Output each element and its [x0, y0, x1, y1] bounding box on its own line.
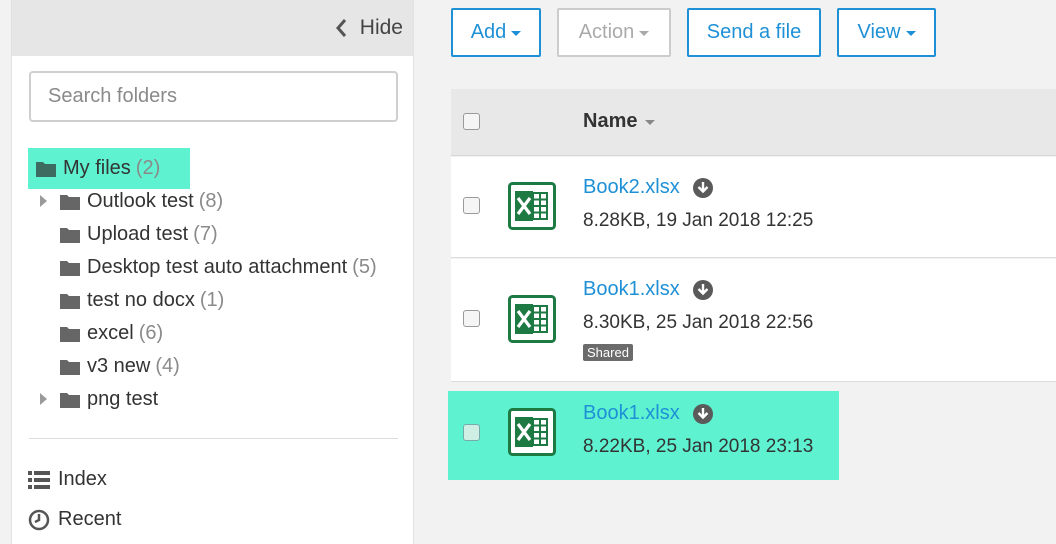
list-icon: [28, 470, 50, 489]
chevron-down-icon: [639, 31, 650, 36]
file-name: Book2.xlsx: [583, 176, 680, 198]
folder-icon: [60, 392, 80, 408]
hide-sidebar-button[interactable]: Hide: [12, 0, 413, 56]
download-icon[interactable]: [692, 403, 714, 425]
file-row[interactable]: Book1.xlsx 8.30KB, 25 Jan 2018 22:56 Sha…: [451, 259, 1056, 382]
file-name: Book1.xlsx: [583, 402, 680, 424]
action-button[interactable]: Action: [557, 8, 671, 57]
expand-caret-icon[interactable]: [38, 194, 48, 208]
file-row[interactable]: Book1.xlsx 8.22KB, 25 Jan 2018 23:13: [448, 383, 1056, 480]
view-label: View: [857, 21, 901, 43]
file-meta: 8.28KB, 19 Jan 2018 12:25: [583, 210, 814, 231]
folder-name: My files: [63, 157, 131, 179]
search-folders-input[interactable]: [29, 71, 398, 122]
clock-icon: [28, 509, 50, 530]
action-label: Action: [578, 21, 635, 43]
folder-item-my-files[interactable]: My files (2): [28, 148, 190, 189]
folder-name: Desktop test auto attachment: [87, 256, 348, 278]
nav-label: Recent: [58, 508, 122, 530]
folder-count: (2): [135, 157, 161, 179]
folder-item-upload-test[interactable]: Upload test (7): [59, 218, 218, 251]
folder-count: (5): [352, 256, 377, 278]
folder-name: v3 new: [87, 355, 151, 377]
folder-count: (4): [155, 355, 180, 377]
folder-count: (6): [138, 322, 164, 344]
download-icon[interactable]: [692, 279, 714, 301]
sort-caret-icon: [645, 120, 656, 125]
folder-count: (8): [198, 190, 224, 212]
file-list-header: Name: [451, 89, 1056, 156]
chevron-down-icon: [511, 31, 522, 36]
file-name-link[interactable]: Book1.xlsx: [583, 278, 714, 301]
folder-item-outlook-test[interactable]: Outlook test (8): [59, 185, 223, 218]
add-label: Add: [470, 21, 507, 43]
folder-name: excel: [87, 322, 134, 344]
folder-item-png-test[interactable]: png test: [59, 383, 163, 416]
folder-name: Outlook test: [87, 190, 194, 212]
file-name-link[interactable]: Book1.xlsx: [583, 402, 714, 425]
expand-caret-icon[interactable]: [38, 392, 48, 406]
folder-sidebar: Hide My files (2) Outlook test (8) Uploa…: [11, 0, 414, 544]
folder-icon: [60, 194, 80, 210]
folder-icon: [60, 326, 80, 342]
folder-icon: [60, 260, 80, 276]
file-meta: 8.30KB, 25 Jan 2018 22:56: [583, 312, 814, 333]
view-button[interactable]: View: [837, 8, 936, 57]
send-label: Send a file: [706, 21, 802, 43]
file-checkbox[interactable]: [463, 310, 480, 327]
sort-by-name-header[interactable]: Name: [583, 110, 656, 133]
name-column-label: Name: [583, 110, 638, 132]
file-checkbox[interactable]: [463, 197, 480, 214]
chevron-left-icon: [335, 19, 346, 37]
file-checkbox[interactable]: [463, 424, 480, 441]
folder-name: png test: [87, 388, 159, 410]
excel-file-icon: [508, 295, 556, 343]
nav-label: Index: [58, 468, 107, 490]
folder-icon: [60, 227, 80, 243]
file-row[interactable]: Book2.xlsx 8.28KB, 19 Jan 2018 12:25: [451, 157, 1056, 258]
excel-file-icon: [508, 182, 556, 230]
hide-label: Hide: [359, 16, 403, 39]
nav-item-recent[interactable]: Recent: [28, 508, 121, 531]
excel-file-icon: [508, 408, 556, 456]
file-meta: 8.22KB, 25 Jan 2018 23:13: [583, 436, 814, 457]
folder-item-desktop-test[interactable]: Desktop test auto attachment (5): [59, 251, 377, 284]
add-button[interactable]: Add: [451, 8, 541, 57]
folder-icon: [60, 359, 80, 375]
folder-name: Upload test: [87, 223, 189, 245]
folder-item-v3-new[interactable]: v3 new (4): [59, 350, 180, 383]
folder-icon: [36, 161, 56, 177]
folder-name: test no docx: [87, 289, 195, 311]
folder-count: (1): [199, 289, 225, 311]
folder-item-test-no-docx[interactable]: test no docx (1): [59, 284, 224, 317]
file-name: Book1.xlsx: [583, 278, 680, 300]
folder-icon: [60, 293, 80, 309]
download-icon[interactable]: [692, 177, 714, 199]
chevron-down-icon: [905, 31, 916, 36]
file-name-link[interactable]: Book2.xlsx: [583, 176, 714, 199]
folder-item-excel[interactable]: excel (6): [59, 317, 163, 350]
folder-count: (7): [193, 223, 218, 245]
send-file-button[interactable]: Send a file: [687, 8, 821, 57]
select-all-checkbox[interactable]: [463, 113, 480, 130]
shared-badge: Shared: [583, 344, 633, 361]
sidebar-divider: [29, 438, 398, 439]
nav-item-index[interactable]: Index: [28, 468, 107, 491]
